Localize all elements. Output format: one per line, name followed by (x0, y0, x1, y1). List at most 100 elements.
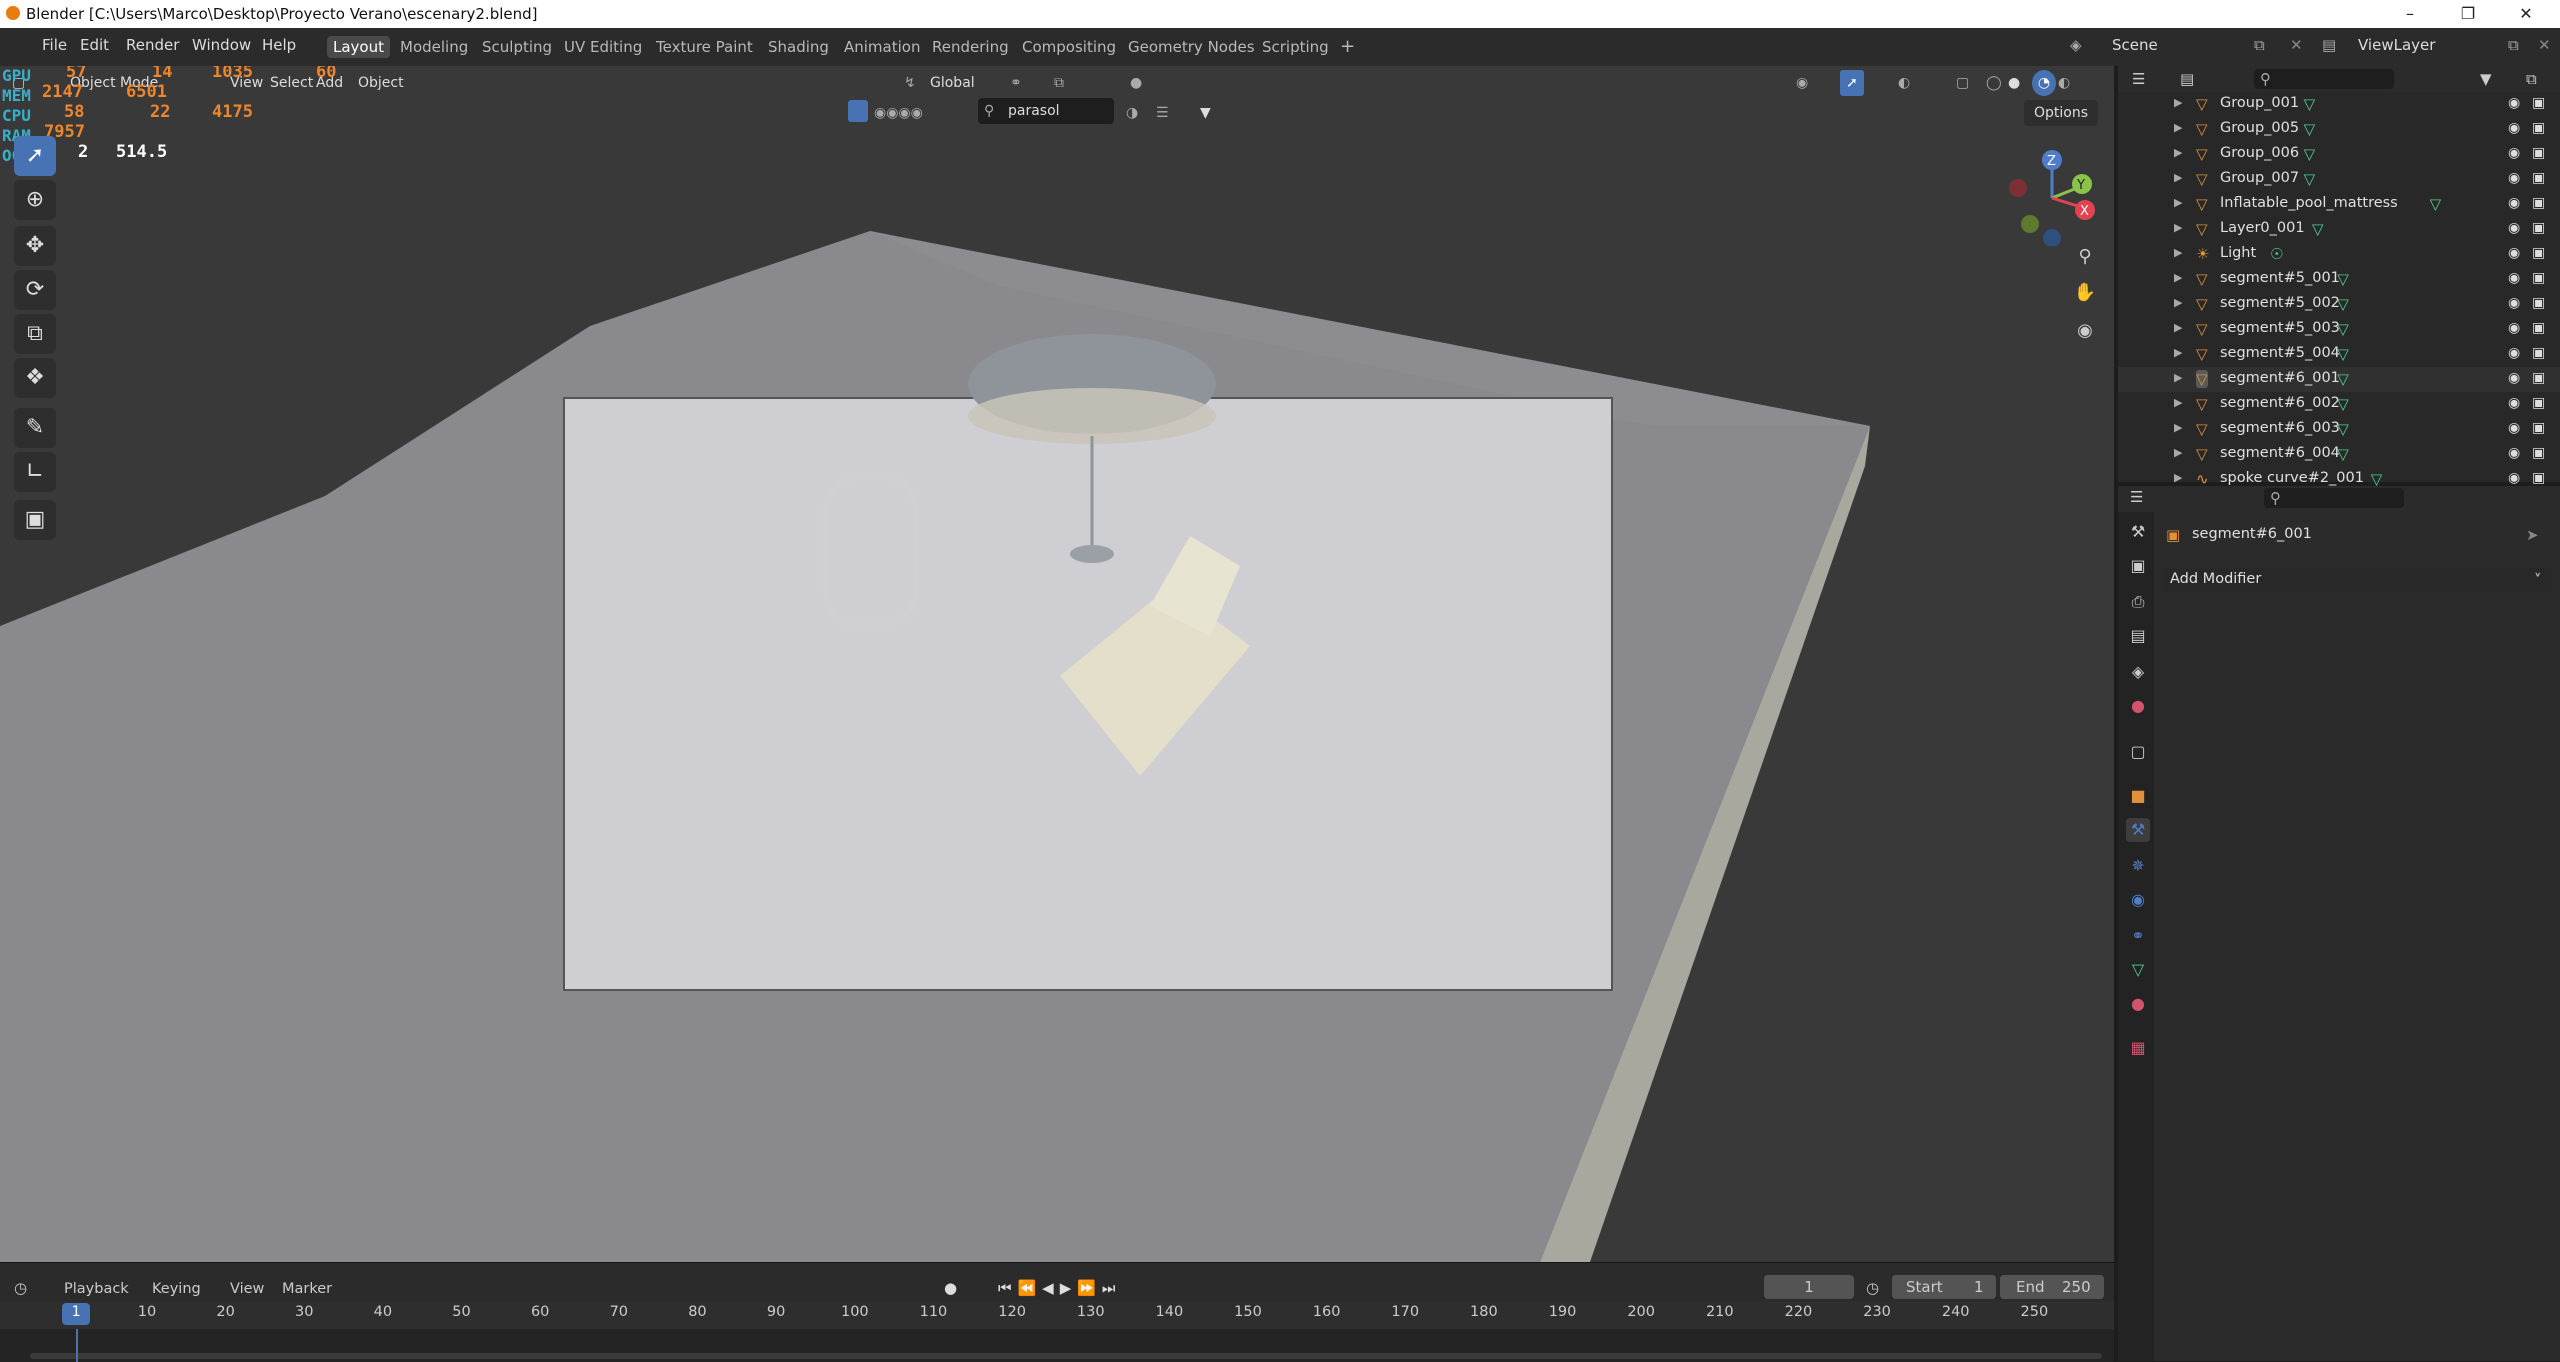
solid-shading-icon[interactable]: ● (2008, 70, 2020, 96)
object-data-icon[interactable]: ▽ (2337, 445, 2349, 463)
expand-arrow-icon[interactable]: ▶ (2174, 121, 2182, 134)
expand-arrow-icon[interactable]: ▶ (2174, 421, 2182, 434)
view-layer-tab-icon[interactable]: ▤ (2126, 624, 2150, 648)
visibility-eye-icon[interactable]: ◉ (2508, 370, 2520, 386)
render-camera-icon[interactable]: ▣ (2532, 220, 2545, 236)
render-camera-icon[interactable]: ▣ (2532, 195, 2545, 211)
object-data-icon[interactable]: ▽ (2337, 295, 2349, 313)
delete-scene-icon[interactable]: ✕ (2290, 36, 2303, 54)
render-camera-icon[interactable]: ▣ (2532, 120, 2545, 136)
outliner-row[interactable]: ▶ ▽ segment#6_001 ▽ ◉ ▣ (2118, 367, 2560, 392)
tab-shading[interactable]: Shading (762, 36, 835, 58)
visibility-eye-icon[interactable]: ◉ (2508, 445, 2520, 461)
tab-sculpting[interactable]: Sculpting (476, 36, 558, 58)
end-frame-field[interactable]: End 250 (2000, 1275, 2104, 1299)
start-frame-field[interactable]: Start 1 (1892, 1275, 1996, 1299)
object-data-icon[interactable]: ▽ (2337, 320, 2349, 338)
render-camera-icon[interactable]: ▣ (2532, 420, 2545, 436)
minimize-icon[interactable]: – (2390, 2, 2430, 26)
visibility-eye-icon[interactable]: ◉ (2508, 195, 2520, 211)
record-icon[interactable]: ● (944, 1279, 957, 1297)
output-tab-icon[interactable]: ⎙ (2126, 590, 2150, 614)
constraints-tab-icon[interactable]: ⚭ (2126, 924, 2150, 948)
render-camera-icon[interactable]: ▣ (2532, 320, 2545, 336)
object-tab-icon[interactable]: ■ (2126, 784, 2150, 808)
visibility-eye-icon[interactable]: ◉ (2508, 320, 2520, 336)
outliner-row[interactable]: ▶ ▽ segment#5_004 ▽ ◉ ▣ (2118, 342, 2560, 367)
scene-icon[interactable]: ◈ (2070, 36, 2082, 54)
object-data-icon[interactable]: ▽ (2304, 145, 2316, 163)
material-tab-icon[interactable]: ● (2126, 992, 2150, 1016)
rotate-tool[interactable]: ⟳ (14, 270, 56, 310)
menu-window[interactable]: Window (192, 36, 251, 54)
scene-name[interactable]: Scene (2112, 36, 2158, 54)
options-dropdown[interactable]: Options (2024, 100, 2099, 126)
outliner-row[interactable]: ▶ ▽ Inflatable_pool_mattress ▽ ◉ ▣ (2118, 192, 2560, 217)
visibility-eye-icon[interactable]: ◉ (2508, 295, 2520, 311)
render-camera-icon[interactable]: ▣ (2532, 245, 2545, 261)
annotate-tool[interactable]: ✎ (14, 408, 56, 448)
menu-object[interactable]: Object (358, 70, 404, 96)
menu-view[interactable]: View (230, 1281, 264, 1297)
outliner-row[interactable]: ▶ ▽ Layer0_001 ▽ ◉ ▣ (2118, 217, 2560, 242)
expand-arrow-icon[interactable]: ▶ (2174, 171, 2182, 184)
tab-compositing[interactable]: Compositing (1016, 36, 1122, 58)
visibility-eye-icon[interactable]: ◉ (2508, 270, 2520, 286)
new-view-layer-icon[interactable]: ⧉ (2508, 36, 2519, 54)
view-layer-icon[interactable]: ▤ (2322, 36, 2336, 54)
menu-edit[interactable]: Edit (80, 36, 109, 54)
visibility-eye-icon[interactable]: ◉ (2508, 345, 2520, 361)
xray-icon[interactable]: ▢ (1956, 70, 1969, 96)
material-preview-icon[interactable]: ◔ (2032, 70, 2056, 96)
snap-icon[interactable]: ⧉ (1054, 70, 1064, 96)
menu-render[interactable]: Render (126, 36, 179, 54)
viewport-search[interactable]: ⚲ parasol (978, 98, 1114, 124)
object-data-icon[interactable]: ▽ (2337, 270, 2349, 288)
render-camera-icon[interactable]: ▣ (2532, 145, 2545, 161)
tab-texture-paint[interactable]: Texture Paint (650, 36, 759, 58)
add-workspace-icon[interactable]: + (1334, 36, 1361, 58)
menu-keying[interactable]: Keying (152, 1281, 201, 1297)
object-data-icon[interactable]: ▽ (2430, 195, 2442, 213)
outliner-row[interactable]: ▶ ▽ segment#6_002 ▽ ◉ ▣ (2118, 392, 2560, 417)
menu-help[interactable]: Help (262, 36, 296, 54)
display-mode-icon[interactable]: ▤ (2180, 70, 2194, 88)
visibility-eye-icon[interactable]: ◉ (2508, 245, 2520, 261)
expand-arrow-icon[interactable]: ▶ (2174, 246, 2182, 259)
visibility-eye-icon[interactable]: ◉ (2508, 120, 2520, 136)
expand-arrow-icon[interactable]: ▶ (2174, 371, 2182, 384)
texture-tab-icon[interactable]: ▦ (2126, 1036, 2150, 1060)
visibility-eye-icon[interactable]: ◉ (2508, 95, 2520, 111)
render-camera-icon[interactable]: ▣ (2532, 345, 2545, 361)
visibility-eye-icon[interactable]: ◉ (2508, 220, 2520, 236)
data-tab-icon[interactable]: ▽ (2126, 958, 2150, 982)
tab-geometry-nodes[interactable]: Geometry Nodes (1122, 36, 1261, 58)
outliner-row[interactable]: ▶ ▽ Group_007 ▽ ◉ ▣ (2118, 167, 2560, 192)
render-camera-icon[interactable]: ▣ (2532, 395, 2545, 411)
outliner-row[interactable]: ▶ ▽ Group_006 ▽ ◉ ▣ (2118, 142, 2560, 167)
viewport-search-input[interactable]: parasol (1008, 98, 1060, 124)
outliner-row[interactable]: ▶ ▽ segment#6_004 ▽ ◉ ▣ (2118, 442, 2560, 467)
object-data-icon[interactable]: ▽ (2312, 220, 2324, 238)
expand-arrow-icon[interactable]: ▶ (2174, 396, 2182, 409)
menu-playback[interactable]: Playback (64, 1281, 129, 1297)
render-camera-icon[interactable]: ▣ (2532, 470, 2545, 486)
rendered-shading-icon[interactable]: ◐ (2058, 70, 2070, 96)
visibility-eye-icon[interactable]: ◉ (2508, 395, 2520, 411)
expand-arrow-icon[interactable]: ▶ (2174, 146, 2182, 159)
zoom-icon[interactable]: ⚲ (2070, 242, 2100, 272)
object-data-icon[interactable]: ☉ (2270, 245, 2283, 263)
add-modifier-dropdown[interactable]: Add Modifier ˅ (2162, 568, 2552, 592)
outliner-row[interactable]: ▶ ▽ segment#5_001 ▽ ◉ ▣ (2118, 267, 2560, 292)
camera-view-icon[interactable]: ◉ (2070, 316, 2100, 346)
gizmo-toggle-icon[interactable]: ➚ (1840, 70, 1864, 96)
outliner-row[interactable]: ▶ ▽ segment#5_003 ▽ ◉ ▣ (2118, 317, 2560, 342)
outliner-row[interactable]: ▶ ▽ Group_005 ▽ ◉ ▣ (2118, 117, 2560, 142)
playback-controls-icon[interactable]: ⏮⏪◀▶⏩⏭ (998, 1279, 1121, 1297)
render-camera-icon[interactable]: ▣ (2532, 370, 2545, 386)
selectability-icon[interactable] (848, 100, 868, 122)
object-data-icon[interactable]: ▽ (2337, 395, 2349, 413)
visibility-eye-icon[interactable]: ◉ (2508, 470, 2520, 486)
tab-rendering[interactable]: Rendering (926, 36, 1015, 58)
timeline-editor-icon[interactable]: ◷ (14, 1279, 27, 1297)
